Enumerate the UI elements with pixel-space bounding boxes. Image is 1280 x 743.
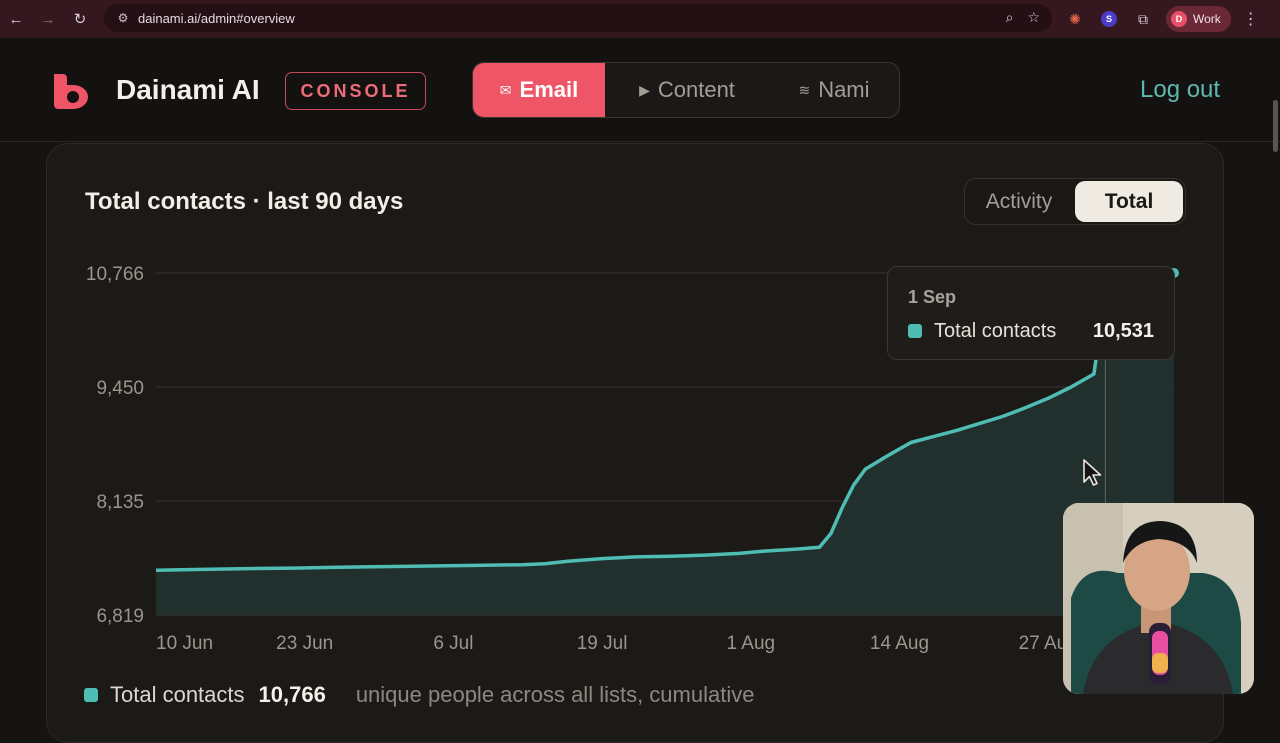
page-scrollbar[interactable]	[1273, 100, 1278, 152]
x-tick-label: 10 Jun	[156, 633, 213, 654]
tooltip-label: Total contacts	[934, 320, 1057, 342]
presenter-video-icon	[1063, 503, 1254, 694]
legend-label: Total contacts	[110, 682, 245, 707]
legend-note: unique people across all lists, cumulati…	[355, 682, 755, 707]
legend-swatch	[84, 688, 98, 702]
x-tick-label: 6 Jul	[433, 633, 473, 654]
mouse-cursor-icon	[1083, 459, 1102, 486]
chart-legend: Total contacts 10,766 unique people acro…	[84, 682, 754, 708]
tooltip-value: 10,531	[1092, 320, 1154, 342]
tooltip-swatch	[908, 324, 922, 338]
x-tick-label: 1 Aug	[726, 633, 775, 654]
y-tick-label: 9,450	[96, 378, 144, 399]
x-tick-label: 14 Aug	[870, 633, 929, 654]
legend-value: 10,766	[258, 682, 326, 707]
y-tick-label: 10,766	[86, 264, 144, 285]
y-tick-label: 6,819	[96, 606, 144, 627]
chart-tooltip: 1 Sep Total contacts 10,531	[887, 266, 1175, 360]
webcam-overlay	[1063, 503, 1254, 694]
x-tick-label: 23 Jun	[276, 633, 333, 654]
tooltip-date: 1 Sep	[908, 287, 957, 307]
y-tick-label: 8,135	[96, 492, 144, 513]
x-tick-label: 19 Jul	[577, 633, 628, 654]
